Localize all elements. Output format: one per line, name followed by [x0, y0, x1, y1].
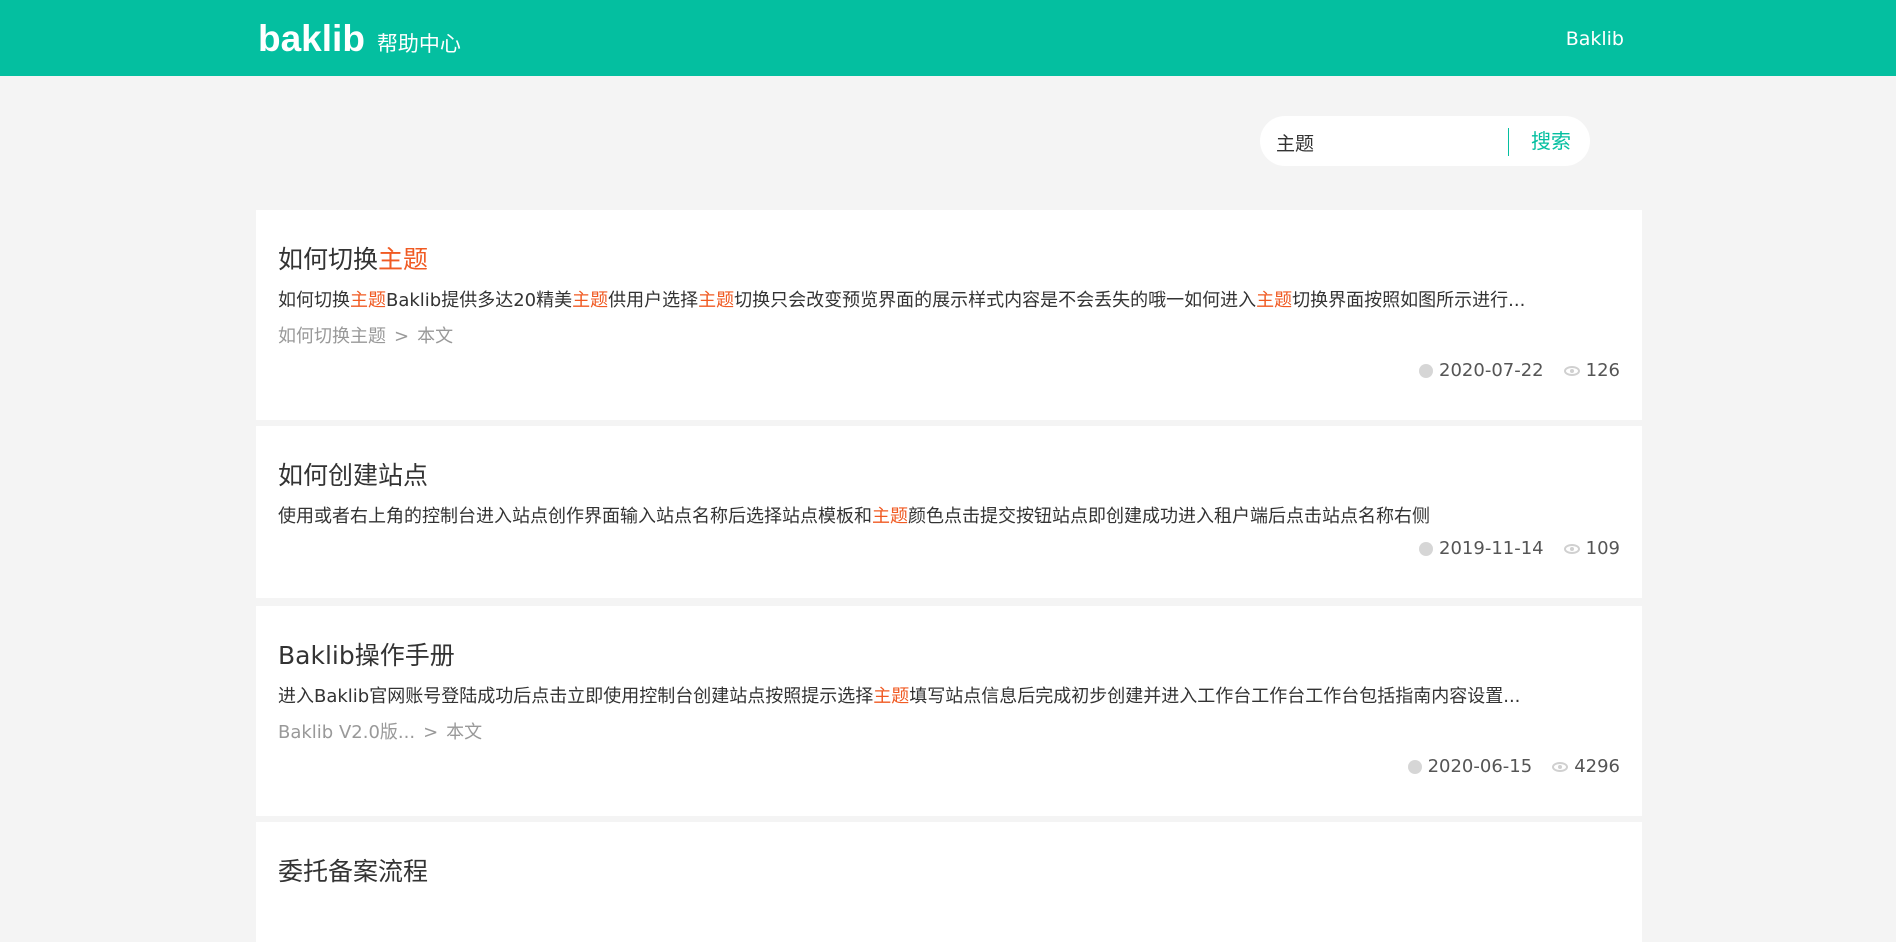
- highlighted-term: 主题: [873, 686, 910, 707]
- site-logo[interactable]: baklib 帮助中心: [258, 18, 461, 59]
- result-title[interactable]: 委托备案流程: [278, 852, 428, 888]
- result-date: 2020-07-22: [1439, 360, 1544, 381]
- clock-icon: [1407, 759, 1422, 774]
- eye-icon: [1552, 761, 1569, 772]
- result-date: 2020-06-15: [1427, 756, 1533, 777]
- eye-icon: [1563, 365, 1580, 376]
- clock-icon: [1419, 541, 1434, 556]
- breadcrumb-separator: >: [423, 722, 439, 743]
- search-box: 搜索: [1260, 116, 1590, 168]
- result-snippet: 进入Baklib官网账号登陆成功后点击立即使用控制台创建站点按照提示选择主题填写…: [278, 682, 1618, 708]
- result-title[interactable]: 如何创建站点: [278, 456, 428, 492]
- breadcrumb-current: 本文: [446, 722, 483, 743]
- text-fragment: 切换只会改变预览界面的展示样式内容是不会丢失的哦一如何进入: [734, 290, 1257, 311]
- text-fragment: 委托备案流程: [278, 857, 429, 886]
- highlighted-term: 主题: [698, 290, 735, 311]
- result-breadcrumb: Baklib V2.0版... > 本文: [278, 718, 482, 744]
- result-card: 如何创建站点 使用或者右上角的控制台进入站点创作界面输入站点名称后选择站点模板和…: [256, 426, 1642, 598]
- result-views: 4296: [1574, 756, 1620, 777]
- highlighted-term: 主题: [350, 290, 386, 311]
- highlighted-term: 主题: [1256, 290, 1293, 311]
- text-fragment: 使用或者右上角的控制台进入站点创作界面输入站点名称后选择站点模板和: [278, 506, 872, 527]
- highlighted-term: 主题: [378, 245, 429, 274]
- breadcrumb-parent[interactable]: 如何切换主题: [278, 326, 386, 347]
- result-meta: 2020-06-15 4296: [1407, 756, 1620, 777]
- result-meta: 2019-11-14 109: [1419, 538, 1620, 559]
- result-views: 126: [1585, 360, 1620, 381]
- search-button[interactable]: 搜索: [1516, 116, 1586, 166]
- top-header: baklib 帮助中心 Baklib: [0, 0, 1896, 76]
- result-snippet: 如何切换主题Baklib提供多达20精美主题供用户选择主题切换只会改变预览界面的…: [278, 286, 1618, 312]
- breadcrumb-parent[interactable]: Baklib V2.0版...: [278, 722, 415, 743]
- result-breadcrumb: 如何切换主题 > 本文: [278, 322, 453, 348]
- result-date: 2019-11-14: [1439, 538, 1544, 559]
- text-fragment: Baklib提供多达20精美: [386, 290, 573, 311]
- text-fragment: 颜色点击提交按钮站点即创建成功进入租户端后点击站点名称右侧: [908, 506, 1430, 527]
- help-center-label: 帮助中心: [376, 32, 461, 56]
- result-card: 委托备案流程: [256, 822, 1642, 942]
- baklib-link[interactable]: Baklib: [1566, 28, 1624, 50]
- highlighted-term: 主题: [872, 506, 908, 527]
- result-views: 109: [1585, 538, 1620, 559]
- text-fragment: 如何创建站点: [278, 461, 429, 490]
- logo-wordmark: baklib: [258, 18, 365, 59]
- result-title[interactable]: 如何切换主题: [278, 240, 428, 276]
- text-fragment: 切换界面按照如图所示进行...: [1292, 290, 1526, 311]
- text-fragment: 供用户选择: [608, 290, 699, 311]
- result-card: Baklib操作手册 进入Baklib官网账号登陆成功后点击立即使用控制台创建站…: [256, 606, 1642, 816]
- result-title[interactable]: Baklib操作手册: [278, 636, 455, 672]
- result-card: 如何切换主题 如何切换主题Baklib提供多达20精美主题供用户选择主题切换只会…: [256, 210, 1642, 420]
- eye-icon: [1563, 543, 1580, 554]
- text-fragment: Baklib操作手册: [278, 641, 455, 670]
- result-meta: 2020-07-22 126: [1419, 360, 1620, 381]
- breadcrumb-current: 本文: [417, 326, 454, 347]
- result-snippet: 使用或者右上角的控制台进入站点创作界面输入站点名称后选择站点模板和主题颜色点击提…: [278, 502, 1618, 528]
- text-fragment: 进入Baklib官网账号登陆成功后点击立即使用控制台创建站点按照提示选择: [278, 686, 874, 707]
- highlighted-term: 主题: [572, 290, 609, 311]
- clock-icon: [1419, 363, 1434, 378]
- breadcrumb-separator: >: [394, 326, 410, 347]
- text-fragment: 如何切换: [278, 245, 379, 274]
- text-fragment: 如何切换: [278, 290, 350, 311]
- search-input[interactable]: [1274, 116, 1498, 168]
- text-fragment: 填写站点信息后完成初步创建并进入工作台工作台工作台包括指南内容设置...: [909, 686, 1521, 707]
- search-divider: [1508, 128, 1509, 156]
